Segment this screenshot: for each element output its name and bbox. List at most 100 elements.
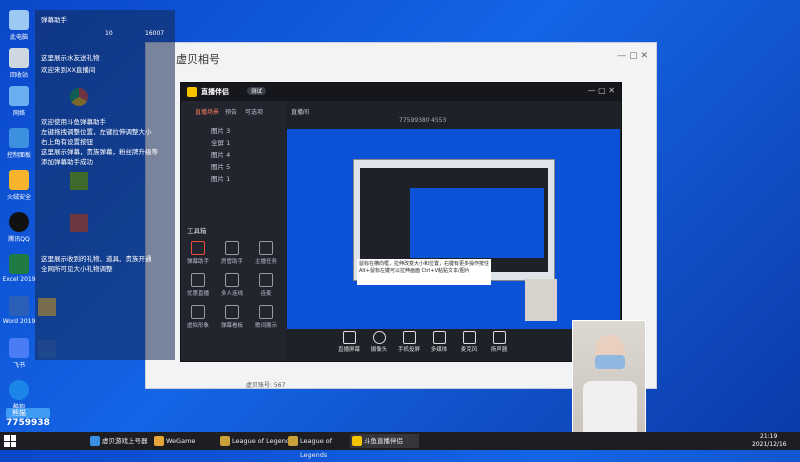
tool-task[interactable]: 主播任务 (253, 241, 279, 265)
task-icon (259, 241, 273, 255)
room-likes: 4553 (431, 117, 447, 124)
ctl-camera[interactable]: 摄像头 (366, 329, 392, 353)
desktop-icon-recycle[interactable]: 回收站 (2, 48, 36, 79)
taskbar-item[interactable]: WeGame (152, 434, 214, 448)
room-id: 77599380 (399, 117, 430, 124)
tooltip: 鼠标在横向框，拉伸改变大小和位置，右键有更多操作按住Alt+鼠标左键可以拉伸画面… (357, 259, 491, 285)
taskbar-item[interactable]: 斗鱼直播伴侣 (350, 434, 419, 448)
taskbar-item[interactable]: League of Legends (286, 434, 360, 459)
danmaku-line: 欢迎使用斗鱼弹幕助手 (41, 118, 106, 126)
tab-options[interactable]: 可选项 (245, 107, 263, 116)
tab-preview[interactable]: 预告 (225, 107, 237, 116)
lol-icon (220, 436, 230, 446)
overlay-number: 7759938 (6, 418, 50, 428)
tool-room-admin[interactable]: 房管助手 (219, 241, 245, 265)
tool-multi-link[interactable]: 多人连线 (219, 273, 245, 297)
app-name: 直播伴侣 (201, 88, 229, 96)
scene-item[interactable]: 图片 3 (211, 125, 230, 135)
danmaku-panel[interactable]: 弹幕助手 10 16007 这里展示水友送礼物 欢迎来到XX直播间 欢迎使用斗鱼… (35, 10, 175, 360)
danmaku-stat-1: 10 (105, 30, 113, 37)
danmaku-line: 添加弹幕助手成功 (41, 158, 93, 166)
tab-scene[interactable]: 直播场景 (195, 107, 219, 116)
status-text: 虚贝账号: 567 (246, 382, 286, 389)
shield-icon (9, 170, 29, 190)
overlay-name: 熊猫 (6, 408, 50, 418)
chat-icon (191, 241, 205, 255)
nested-app-window (360, 168, 548, 272)
desktop-icon-excel[interactable]: Excel 2019 (2, 254, 36, 283)
danmaku-stat-2: 16007 (145, 30, 165, 37)
tool-board[interactable]: 弹幕看板 (219, 305, 245, 329)
clock-time: 21:19 (760, 433, 778, 440)
excel-icon (9, 254, 29, 274)
link-icon (225, 273, 239, 287)
window-title: 虚贝相号 (176, 53, 220, 66)
scene-item[interactable]: 图片 5 (211, 161, 230, 171)
app-logo-icon (187, 87, 197, 97)
feishu-icon (9, 338, 29, 358)
toolbox-title: 工具箱 (187, 227, 207, 235)
app-badge: 测试 (247, 87, 267, 95)
tool-connect[interactable]: 连麦 (253, 273, 279, 297)
ctl-media[interactable]: 多媒体 (426, 329, 452, 353)
network-icon (9, 86, 29, 106)
user-icon (225, 241, 239, 255)
mic-icon (259, 273, 273, 287)
danmaku-line: 右上角有设置按钮 (41, 138, 93, 146)
start-button[interactable] (4, 435, 16, 447)
streamer-app-window[interactable]: 直播伴侣 测试 — ▢ ✕ 直播场景 预告 可选项 图片 3 全屏 1 图片 4… (180, 82, 622, 362)
desktop-icon-pc[interactable]: 此电脑 (2, 10, 36, 41)
avatar-icon (191, 305, 205, 319)
scene-item[interactable]: 图片 1 (211, 173, 230, 183)
tool-promo[interactable]: 优惠直播 (185, 273, 211, 297)
app-icon (90, 436, 100, 446)
mask (595, 355, 625, 369)
tool-avatar[interactable]: 虚拟形象 (185, 305, 211, 329)
app-titlebar: 直播伴侣 测试 — ▢ ✕ (181, 83, 621, 101)
taskbar: 虚贝游戏上号器 WeGame League of Legends League … (0, 432, 800, 459)
taskbar-item[interactable]: 虚贝游戏上号器 (88, 434, 160, 448)
overlay-badge: 熊猫 7759938 (6, 408, 50, 428)
scene-item[interactable]: 全屏 1 (211, 137, 230, 147)
window-controls[interactable]: — ▢ ✕ (588, 86, 615, 95)
ctl-screen[interactable]: 直播屏幕 (336, 329, 362, 353)
desktop-icon-security[interactable]: 火绒安全 (2, 170, 36, 201)
camera-icon (372, 331, 386, 344)
desktop-icon-word[interactable]: Word 2019 (2, 296, 36, 325)
mic-icon (462, 331, 476, 344)
kugou-icon (9, 380, 29, 400)
phone-icon (402, 331, 416, 344)
danmaku-line: 全网所可见大小礼物调整 (41, 265, 113, 273)
ctl-speaker[interactable]: 扬声器 (486, 329, 512, 353)
desktop-icon-network[interactable]: 网络 (2, 86, 36, 117)
computer-icon (9, 10, 29, 30)
penguin-icon (9, 212, 29, 232)
desktop-icon-qq[interactable]: 腾讯QQ (2, 212, 36, 243)
word-icon (9, 296, 29, 316)
desktop-icon-control-panel[interactable]: 控制面板 (2, 128, 36, 159)
desktop-icon-kugou[interactable]: 酷狗 (2, 380, 36, 411)
monitor-icon (342, 331, 356, 344)
music-icon (259, 305, 273, 319)
scene-item[interactable]: 图片 4 (211, 149, 230, 159)
tool-danmaku[interactable]: 弹幕助手 (185, 241, 211, 265)
nested-preview (410, 188, 544, 258)
preview-camera (525, 279, 557, 321)
window-controls: — ▢ ✕ (617, 51, 648, 61)
camera-overlay (572, 320, 646, 449)
lol-icon (288, 436, 298, 446)
danmaku-title: 弹幕助手 (41, 16, 67, 24)
ctl-mic[interactable]: 麦克风 (456, 329, 482, 353)
tool-lyrics[interactable]: 歌词展示 (253, 305, 279, 329)
danmaku-line: 这里展示收到的礼物、道具、贵族开通 (41, 255, 152, 263)
room-label: 直播间 (291, 109, 310, 116)
stream-preview[interactable]: 鼠标在横向框，拉伸改变大小和位置，右键有更多操作按住Alt+鼠标左键可以拉伸画面… (287, 129, 620, 329)
ctl-phone[interactable]: 手机投屏 (396, 329, 422, 353)
gift-icon (191, 273, 205, 287)
recycle-bin-icon (9, 48, 29, 68)
board-icon (225, 305, 239, 319)
danmaku-line: 这里展示弹幕，贵族弹幕，粉丝牌升级等 (41, 148, 158, 156)
clock-date: 2021/12/16 (752, 441, 787, 448)
desktop-icon-feishu[interactable]: 飞书 (2, 338, 36, 369)
danmaku-line: 这里展示水友送礼物 (41, 54, 100, 62)
